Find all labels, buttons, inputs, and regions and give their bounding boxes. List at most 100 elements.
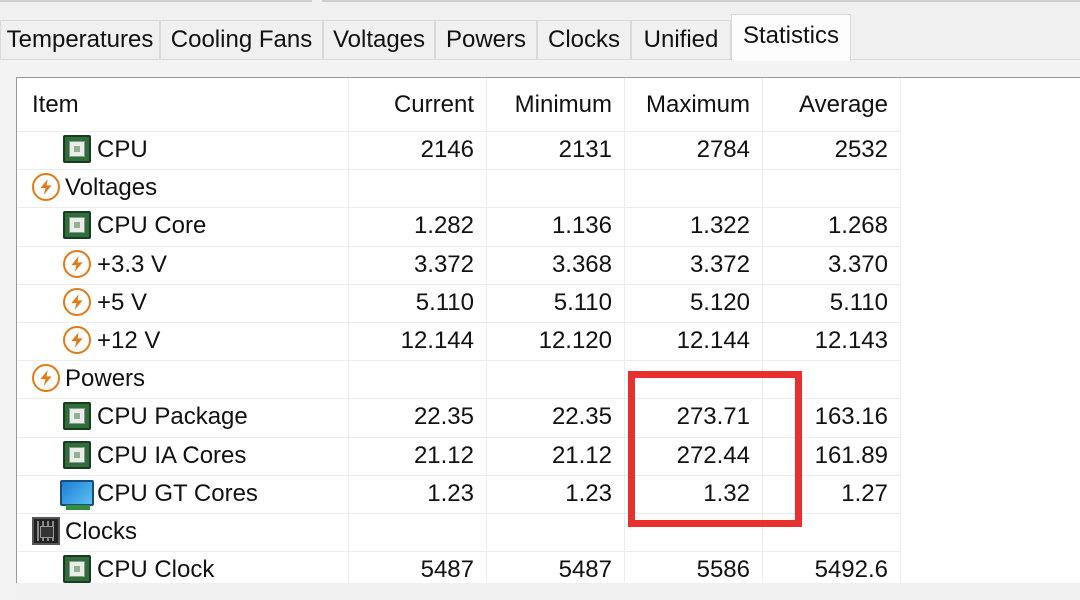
tab-cooling-fans[interactable]: Cooling Fans <box>160 20 323 59</box>
current-value: 1.23 <box>427 479 474 507</box>
maximum-value: 5.120 <box>689 288 750 316</box>
row-separator <box>17 551 901 553</box>
table-row[interactable]: CPU 2146 2131 2784 2532 <box>17 131 1080 169</box>
row-separator <box>17 474 901 476</box>
maximum-value: 12.144 <box>676 327 750 354</box>
clock-chip-icon <box>32 517 60 545</box>
item-label: CPU <box>97 136 148 163</box>
group-label: Powers <box>65 365 146 393</box>
current-value: 5.110 <box>415 288 474 316</box>
group-row[interactable]: Clocks <box>17 513 1080 551</box>
item-label: CPU GT Cores <box>97 479 258 507</box>
table-row[interactable]: CPU Clock 5487 5487 5586 5492.6 <box>17 551 1080 584</box>
current-value: 22.35 <box>413 403 474 431</box>
chip-icon <box>63 555 91 584</box>
average-value: 1.27 <box>841 479 888 507</box>
bolt-icon <box>63 326 91 354</box>
item-label: CPU Clock <box>97 556 215 584</box>
item-label: CPU Package <box>97 403 248 431</box>
bolt-icon <box>32 173 60 202</box>
minimum-value: 3.368 <box>551 250 612 278</box>
maximum-value: 1.32 <box>703 479 750 507</box>
item-label: CPU IA Cores <box>97 441 247 469</box>
item-label: +12 V <box>97 327 161 354</box>
column-header-average[interactable]: Average <box>762 91 888 119</box>
average-value: 1.268 <box>827 212 888 240</box>
tab-strip: Temperatures Cooling Fans Voltages Power… <box>0 0 1080 61</box>
tab-strip-baseline <box>0 59 1080 60</box>
average-value: 161.89 <box>814 441 888 469</box>
row-separator <box>17 398 901 400</box>
tab-strip-edge <box>322 0 1080 2</box>
column-header-minimum[interactable]: Minimum <box>486 91 612 119</box>
minimum-value: 5.110 <box>553 288 612 316</box>
bolt-icon <box>63 287 91 316</box>
row-separator <box>17 360 901 362</box>
row-separator <box>17 245 901 247</box>
column-header-maximum[interactable]: Maximum <box>624 91 750 119</box>
minimum-value: 12.120 <box>538 327 612 354</box>
table-row[interactable]: CPU GT Cores 1.23 1.23 1.32 1.27 <box>17 474 1080 513</box>
table-row[interactable]: +3.3 V 3.372 3.368 3.372 3.370 <box>17 245 1080 284</box>
tab-clocks[interactable]: Clocks <box>537 20 631 59</box>
chip-icon <box>63 135 91 163</box>
minimum-value: 21.12 <box>551 441 612 469</box>
average-value: 5.110 <box>829 288 888 316</box>
row-separator <box>17 207 901 209</box>
minimum-value: 2131 <box>558 136 612 163</box>
row-separator <box>17 513 901 514</box>
column-header-item[interactable]: Item <box>32 91 79 119</box>
tab-strip-edge <box>0 0 312 2</box>
table-row[interactable]: CPU IA Cores 21.12 21.12 272.44 161.89 <box>17 436 1080 475</box>
average-value: 3.370 <box>827 250 888 278</box>
tab-statistics[interactable]: Statistics <box>731 14 851 61</box>
group-row[interactable]: Powers <box>17 360 1080 398</box>
column-header-current[interactable]: Current <box>348 91 474 119</box>
tab-temperatures[interactable]: Temperatures <box>0 20 160 59</box>
table-row[interactable]: +12 V 12.144 12.120 12.144 12.143 <box>17 322 1080 360</box>
maximum-value: 272.44 <box>676 441 750 469</box>
chip-icon <box>63 440 91 469</box>
row-separator <box>17 131 901 132</box>
row-separator <box>17 322 901 323</box>
row-separator <box>17 169 901 171</box>
minimum-value: 1.136 <box>551 212 612 240</box>
tab-unified[interactable]: Unified <box>631 20 731 59</box>
column-header-row: Item Current Minimum Maximum Average <box>17 78 1080 128</box>
chip-icon <box>63 211 91 240</box>
current-value: 3.372 <box>413 250 474 278</box>
maximum-value: 3.372 <box>689 250 750 278</box>
chip-icon <box>63 402 91 431</box>
current-value: 2146 <box>420 136 474 163</box>
row-separator <box>17 436 901 438</box>
tab-voltages[interactable]: Voltages <box>323 20 435 59</box>
average-value: 163.16 <box>814 403 888 431</box>
maximum-value: 2784 <box>696 136 750 163</box>
bolt-icon <box>32 364 60 393</box>
group-row[interactable]: Voltages <box>17 169 1080 207</box>
table-row[interactable]: CPU Core 1.282 1.136 1.322 1.268 <box>17 207 1080 245</box>
maximum-value: 5586 <box>696 556 750 584</box>
current-value: 1.282 <box>413 212 474 240</box>
group-label: Voltages <box>65 174 158 202</box>
average-value: 2532 <box>834 136 888 163</box>
current-value: 21.12 <box>413 441 474 469</box>
item-label: +5 V <box>97 288 148 316</box>
table-row[interactable]: +5 V 5.110 5.110 5.120 5.110 <box>17 283 1080 322</box>
panel-bottom-margin <box>16 583 1080 600</box>
item-label: +3.3 V <box>97 250 168 278</box>
table-row[interactable]: CPU Package 22.35 22.35 273.71 163.16 <box>17 398 1080 436</box>
average-value: 12.143 <box>814 327 888 354</box>
bolt-icon <box>63 249 91 278</box>
maximum-value: 1.322 <box>689 212 750 240</box>
tab-powers[interactable]: Powers <box>435 20 537 59</box>
minimum-value: 5487 <box>558 556 612 584</box>
minimum-value: 1.23 <box>565 479 612 507</box>
maximum-value: 273.71 <box>676 403 750 431</box>
row-separator <box>17 283 901 285</box>
gpu-icon <box>60 479 94 510</box>
statistics-list[interactable]: Item Current Minimum Maximum Average CPU… <box>16 77 1080 584</box>
current-value: 12.144 <box>400 327 474 354</box>
minimum-value: 22.35 <box>551 403 612 431</box>
average-value: 5492.6 <box>814 556 888 584</box>
